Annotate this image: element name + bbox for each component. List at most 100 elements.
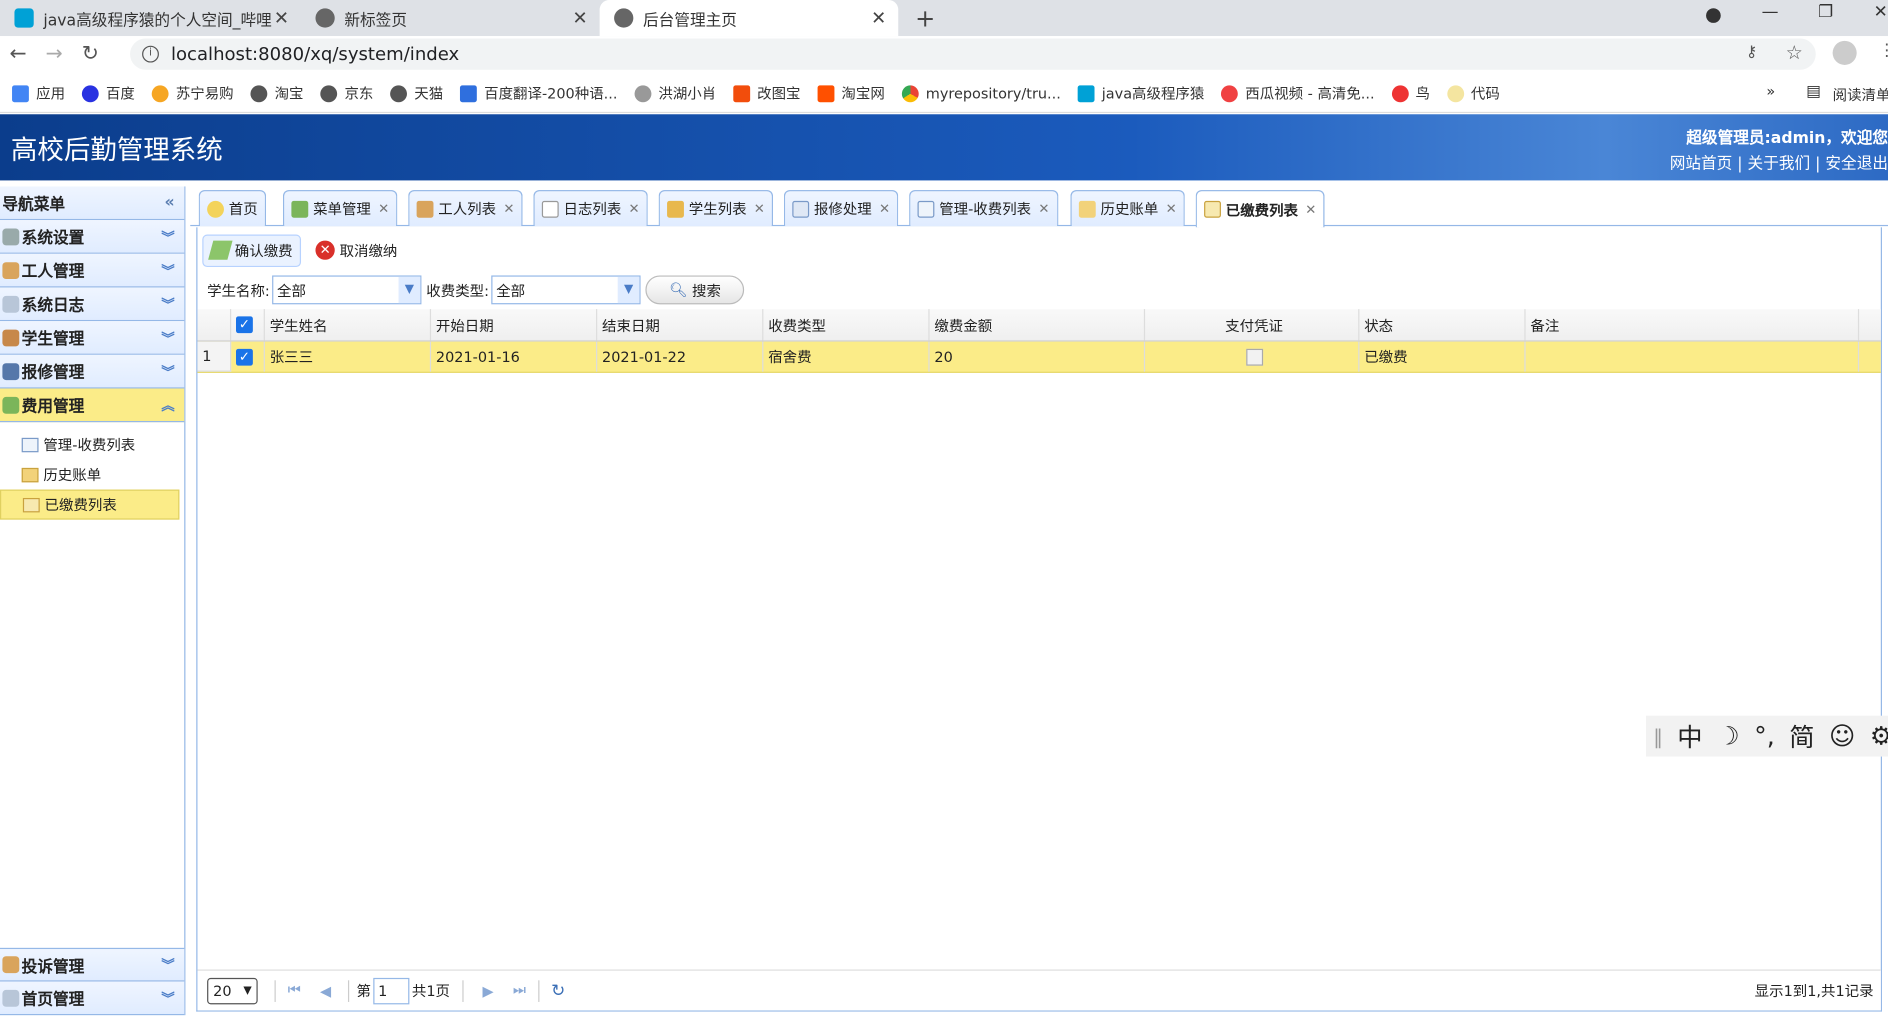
header-links[interactable]: 网站首页 | 关于我们 | 安全退出 xyxy=(1670,150,1888,173)
bookmark-gaitubao[interactable]: 改图宝 xyxy=(733,83,800,103)
page-size-select[interactable]: 20 ▼ xyxy=(207,977,258,1004)
close-icon[interactable]: ✕ xyxy=(754,201,765,217)
tab-fee-list[interactable]: 管理-收费列表 ✕ xyxy=(909,190,1058,227)
sidebar-panel-complaint[interactable]: 投诉管理 ︾ xyxy=(0,947,185,982)
bookmark-xigua[interactable]: 西瓜视频 - 高清免... xyxy=(1221,83,1375,103)
chrome-icon xyxy=(315,8,335,28)
gear-icon[interactable]: ⚙ xyxy=(1870,722,1888,751)
restore-icon[interactable]: ❐ xyxy=(1818,2,1833,21)
close-icon[interactable]: ✕ xyxy=(378,201,389,217)
collapse-sidebar-icon[interactable]: « xyxy=(164,194,174,212)
sidebar-panel-student[interactable]: 学生管理 ︾ xyxy=(0,321,185,355)
tab-home[interactable]: 首页 xyxy=(198,190,267,227)
bookmark-niao[interactable]: 鸟 xyxy=(1391,83,1430,103)
close-icon[interactable]: ✕ xyxy=(572,7,587,29)
close-icon[interactable]: ✕ xyxy=(1166,201,1177,217)
bookmark-myrepository[interactable]: myrepository/tru... xyxy=(901,84,1061,102)
punctuation-icon[interactable]: °, xyxy=(1754,722,1775,751)
column-header[interactable]: 收费类型 xyxy=(763,309,930,341)
prev-page-icon[interactable]: ◀ xyxy=(320,982,331,999)
info-icon[interactable]: i xyxy=(142,45,159,63)
close-icon[interactable]: ✕ xyxy=(503,201,514,217)
column-header[interactable]: 缴费金额 xyxy=(930,309,1146,341)
tab-workers[interactable]: 工人列表 ✕ xyxy=(408,190,523,227)
bookmark-baidu[interactable]: 百度 xyxy=(81,83,135,103)
avatar[interactable] xyxy=(1832,40,1857,65)
sidebar-panel-home[interactable]: 首页管理 ︾ xyxy=(0,981,185,1016)
column-header[interactable]: 学生姓名 xyxy=(265,309,432,341)
bookmark-taobaowang[interactable]: 淘宝网 xyxy=(817,83,885,103)
menu-dots-icon[interactable]: ⋮ xyxy=(1878,41,1888,60)
bookmark-code[interactable]: 代码 xyxy=(1446,83,1500,103)
table-row[interactable]: 1 ✓ 张三三 2021-01-16 2021-01-22 宿舍费 20 已缴费 xyxy=(197,341,1881,373)
ime-language[interactable]: 中 xyxy=(1677,718,1702,754)
sidebar-item-history[interactable]: 历史账单 xyxy=(0,459,184,489)
refresh-icon[interactable]: ↻ xyxy=(551,981,565,1000)
moon-icon[interactable]: ☽ xyxy=(1717,722,1740,751)
minimize-icon[interactable]: — xyxy=(1762,2,1779,21)
drag-handle-icon[interactable]: ‖ xyxy=(1653,725,1663,748)
key-icon[interactable]: ⚷ xyxy=(1746,43,1757,61)
next-page-icon[interactable]: ▶ xyxy=(482,982,493,999)
sidebar-panel-log[interactable]: 系统日志 ︾ xyxy=(0,287,185,322)
search-button[interactable]: 🔍︎ 搜索 xyxy=(645,275,745,305)
new-tab-plus-icon[interactable]: + xyxy=(915,4,935,33)
tab-logs[interactable]: 日志列表 ✕ xyxy=(533,190,649,227)
column-header[interactable]: 开始日期 xyxy=(431,309,598,341)
close-icon[interactable]: ✕ xyxy=(629,201,640,217)
sidebar-panel-system[interactable]: 系统设置 ︾ xyxy=(0,220,185,254)
cancel-payment-button[interactable]: ✕ 取消缴纳 xyxy=(308,235,404,265)
tab-repair[interactable]: 报修处理 ✕ xyxy=(783,190,899,227)
browser-tab-newtab[interactable]: 新标签页 ✕ xyxy=(301,0,600,36)
tab-menu[interactable]: 菜单管理 ✕ xyxy=(282,190,398,227)
sidebar-item-paid-list[interactable]: 已缴费列表 xyxy=(0,489,180,520)
address-bar[interactable]: i localhost:8080/xq/system/index xyxy=(130,38,1816,70)
reading-list-button[interactable]: 阅读清单 xyxy=(1833,84,1888,104)
browser-tab-bilibili[interactable]: java高级程序猿的个人空间_哔哩 ✕ xyxy=(0,0,301,36)
star-icon[interactable]: ☆ xyxy=(1786,41,1803,64)
first-page-icon[interactable]: ⏮ xyxy=(288,982,301,1000)
bookmark-honghu[interactable]: 洪湖小肖 xyxy=(634,83,716,103)
sidebar-panel-worker[interactable]: 工人管理 ︾ xyxy=(0,253,185,288)
sidebar-panel-fee[interactable]: 费用管理 ︽ xyxy=(0,388,185,423)
reload-icon[interactable]: ↻ xyxy=(72,42,108,66)
bookmarks-more-button[interactable]: » xyxy=(1766,83,1775,100)
page-input[interactable]: 1 xyxy=(373,977,410,1004)
column-header[interactable]: 支付凭证 xyxy=(1145,309,1360,341)
column-header[interactable]: 备注 xyxy=(1526,309,1860,341)
close-icon[interactable]: ✕ xyxy=(1038,201,1049,217)
tab-students[interactable]: 学生列表 ✕ xyxy=(658,190,774,227)
profile-dropdown-icon[interactable]: ● xyxy=(1705,2,1722,25)
row-checkbox[interactable]: ✓ xyxy=(231,341,265,372)
forward-icon[interactable]: → xyxy=(36,42,72,66)
close-icon[interactable]: ✕ xyxy=(879,201,890,217)
ime-simplified[interactable]: 简 xyxy=(1789,718,1814,754)
bookmark-tmall[interactable]: 天猫 xyxy=(390,83,443,103)
last-page-icon[interactable]: ⏭ xyxy=(513,982,526,1000)
tab-paid-list[interactable]: 已缴费列表 ✕ xyxy=(1195,190,1325,228)
confirm-payment-button[interactable]: 确认缴费 xyxy=(202,233,302,267)
bookmark-apps[interactable]: 应用 xyxy=(12,83,65,103)
select-all-checkbox[interactable]: ✓ xyxy=(231,309,265,341)
bookmark-taobao[interactable]: 淘宝 xyxy=(250,83,304,103)
browser-tab-admin[interactable]: 后台管理主页 ✕ xyxy=(599,0,899,37)
close-window-icon[interactable]: ✕ xyxy=(1874,2,1888,21)
back-icon[interactable]: ← xyxy=(0,42,36,66)
tab-label: 工人列表 xyxy=(438,200,497,218)
column-header[interactable]: 状态 xyxy=(1359,309,1526,341)
column-header[interactable]: 结束日期 xyxy=(597,309,764,341)
sidebar-item-fee-list[interactable]: 管理-收费列表 xyxy=(0,429,184,459)
emoji-icon[interactable]: ☺ xyxy=(1829,722,1855,751)
tab-history[interactable]: 历史账单 ✕ xyxy=(1070,190,1186,227)
fee-type-select[interactable]: 全部 ▼ xyxy=(491,275,641,305)
student-name-select[interactable]: 全部 ▼ xyxy=(272,275,422,305)
bookmark-java[interactable]: java高级程序猿 xyxy=(1077,83,1204,103)
close-icon[interactable]: ✕ xyxy=(274,7,289,29)
sidebar-panel-repair[interactable]: 报修管理 ︾ xyxy=(0,354,185,389)
chevron-down-icon: ︾ xyxy=(161,229,175,245)
close-icon[interactable]: ✕ xyxy=(1305,201,1316,217)
bookmark-fanyi[interactable]: 百度翻译-200种语... xyxy=(460,83,617,103)
bookmark-suning[interactable]: 苏宁易购 xyxy=(151,83,234,103)
bookmark-jd[interactable]: 京东 xyxy=(320,83,373,103)
close-icon[interactable]: ✕ xyxy=(871,7,886,29)
